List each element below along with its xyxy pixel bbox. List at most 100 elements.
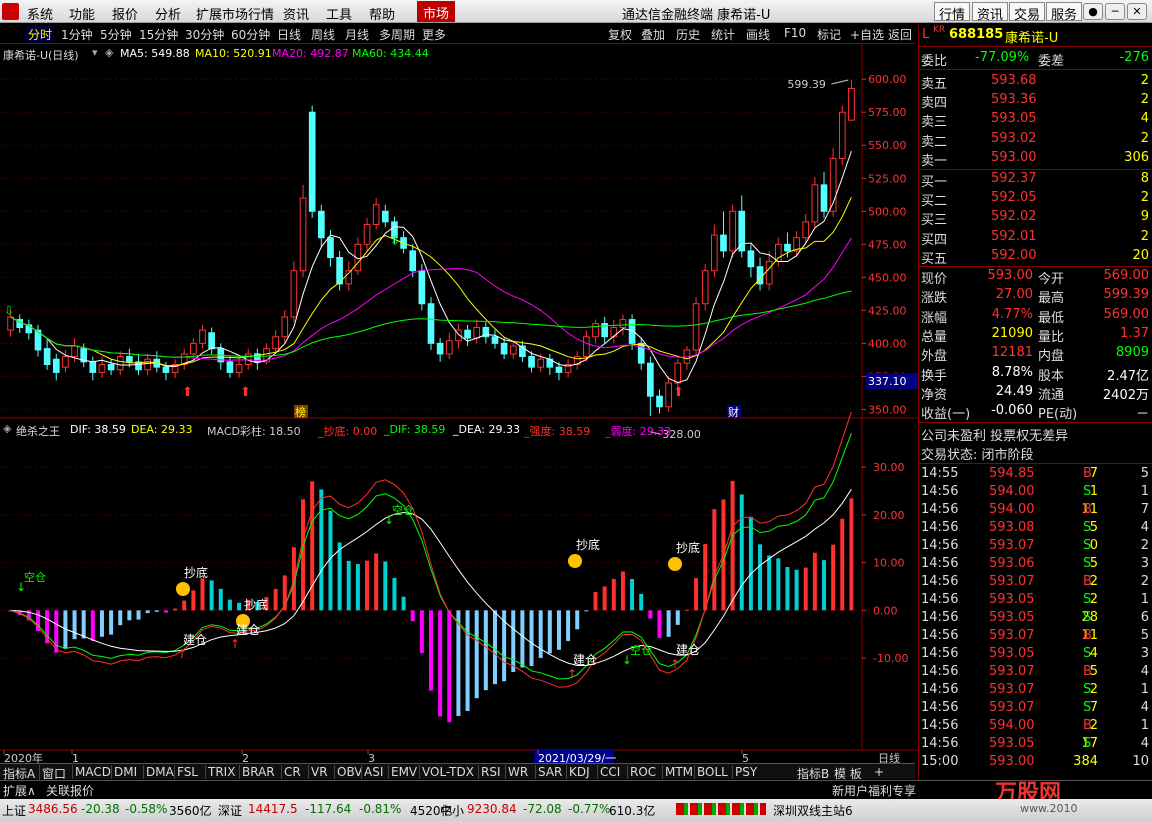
period-daily[interactable]: 日线 — [277, 26, 301, 43]
adjust-button[interactable]: 复权 — [608, 26, 632, 43]
ask-row: 卖一 593.00 306 — [921, 149, 1149, 169]
tab-16[interactable]: SAR — [535, 765, 562, 779]
menu-function[interactable]: 功能 — [69, 4, 95, 23]
menu-system[interactable]: 系统 — [27, 4, 53, 23]
tab-11[interactable]: ASI — [361, 765, 383, 779]
tag-cai: 财 — [728, 405, 739, 419]
period-monthly[interactable]: 月线 — [345, 26, 369, 43]
status-item: -72.08 — [523, 802, 562, 816]
macd-bar — [822, 560, 827, 611]
tab-18[interactable]: CCI — [597, 765, 620, 779]
tab-14[interactable]: RSI — [478, 765, 501, 779]
draw-button[interactable]: 画线 — [746, 26, 770, 43]
stats-button[interactable]: 统计 — [711, 26, 735, 43]
candlestick-chart[interactable]: 600.00 575.00 550.00 525.00 500.00 475.00 450.… — [0, 44, 918, 784]
overlay-button[interactable]: 叠加 — [641, 26, 665, 43]
back-button[interactable]: 返回 — [888, 26, 912, 43]
market-button[interactable]: 市场 — [417, 1, 456, 22]
chevron-down-icon[interactable]: ▾ — [92, 46, 98, 59]
period-30min[interactable]: 30分钟 — [185, 26, 224, 43]
tab-9[interactable]: VR — [308, 765, 328, 779]
tick-row: 14:56 593.07 5 B 4 — [921, 664, 1149, 679]
tab-8[interactable]: CR — [281, 765, 301, 779]
quote-button[interactable]: 行情 — [934, 2, 971, 23]
mark-button[interactable]: 标记 — [817, 26, 841, 43]
indicator-tick-label: 30.00 — [873, 461, 905, 474]
macd-bar — [191, 590, 196, 611]
price-tick-label: 450.00 — [868, 271, 907, 284]
price-tick-label: 500.00 — [868, 205, 907, 218]
tick-row: 14:56 594.00 2 B 1 — [921, 718, 1149, 733]
new-user-link[interactable]: 新用户福利专享 — [832, 782, 916, 799]
settings-icon[interactable]: ◈ — [105, 46, 113, 59]
tab-15[interactable]: WR — [505, 765, 528, 779]
menu-quote[interactable]: 报价 — [112, 4, 138, 23]
build-signal-label: 建仓 — [236, 623, 260, 637]
period-more[interactable]: 更多 — [422, 26, 446, 43]
tab-6[interactable]: TRIX — [205, 765, 235, 779]
macd-bar — [465, 610, 470, 711]
minimize-icon[interactable]: ─ — [1105, 3, 1125, 20]
candle-body — [491, 336, 499, 344]
tab-2[interactable]: MACD — [72, 765, 111, 779]
candle-body — [647, 362, 654, 397]
tab-19[interactable]: ROC — [627, 765, 656, 779]
app-logo — [2, 3, 19, 20]
tick-row: 14:56 593.05 17 S 4 — [921, 736, 1149, 751]
menu-extended-market[interactable]: 扩展市场行情 — [196, 4, 274, 23]
status-item: -0.81% — [359, 802, 402, 816]
tab-10[interactable]: OBV — [334, 765, 363, 779]
f10-button[interactable]: F10 — [784, 26, 806, 40]
buy-arrow-icon: ↑ — [567, 667, 577, 681]
history-button[interactable]: 历史 — [676, 26, 700, 43]
buy-arrow-icon: ↑ — [230, 637, 240, 651]
dif2-label: _DIF: 38.59 — [384, 423, 446, 436]
period-5min[interactable]: 5分钟 — [100, 26, 132, 43]
empty-signal-label: 空仓 — [630, 643, 652, 657]
period-15min[interactable]: 15分钟 — [139, 26, 178, 43]
menu-help[interactable]: 帮助 — [369, 4, 395, 23]
macd-bar — [556, 610, 561, 650]
sell-arrow-icon: ↓ — [16, 580, 26, 594]
expand-button[interactable]: 扩展∧ — [3, 782, 36, 799]
add-watchlist-button[interactable]: +自选 — [850, 26, 884, 43]
price-tick-label: 600.00 — [868, 73, 907, 86]
service-button[interactable]: 服务 — [1046, 2, 1083, 23]
tab-7[interactable]: BRAR — [239, 765, 275, 779]
indicator-name[interactable]: 绝杀之王 — [16, 423, 60, 439]
tab-20[interactable]: MTM — [662, 765, 693, 779]
period-60min[interactable]: 60分钟 — [231, 26, 270, 43]
bid-row: 买五 592.00 20 — [921, 247, 1149, 267]
menu-news[interactable]: 资讯 — [283, 4, 309, 23]
period-multi[interactable]: 多周期 — [379, 26, 415, 43]
related-quote-button[interactable]: 关联报价 — [46, 782, 94, 799]
candle-body — [226, 361, 234, 373]
menu-analysis[interactable]: 分析 — [155, 4, 181, 23]
period-1min[interactable]: 1分钟 — [61, 26, 93, 43]
tab-3[interactable]: DMI — [111, 765, 137, 779]
trade-button[interactable]: 交易 — [1009, 2, 1046, 23]
tab-12[interactable]: EMV — [388, 765, 417, 779]
menu-tools[interactable]: 工具 — [326, 4, 352, 23]
period-weekly[interactable]: 周线 — [311, 26, 335, 43]
news-button[interactable]: 资讯 — [972, 2, 1009, 23]
tab-22[interactable]: PSY — [732, 765, 757, 779]
tab-21[interactable]: BOLL — [694, 765, 728, 779]
tab-13[interactable]: VOL-TDX — [419, 765, 474, 779]
price-tick-label: 550.00 — [868, 139, 907, 152]
candle-body — [363, 223, 371, 245]
tab-17[interactable]: KDJ — [566, 765, 590, 779]
close-icon[interactable]: ✕ — [1127, 3, 1147, 20]
tab-4[interactable]: DMA — [143, 765, 174, 779]
candle-body — [445, 340, 453, 355]
skin-icon[interactable]: ● — [1083, 3, 1103, 20]
candle-body — [619, 319, 627, 329]
tab-25[interactable]: + — [874, 765, 884, 779]
macd-bar — [849, 498, 854, 611]
tab-5[interactable]: FSL — [174, 765, 198, 779]
weicha-value: -276 — [1119, 50, 1149, 65]
indicator-settings-icon[interactable]: ◈ — [3, 422, 11, 435]
bid-row: 买二 592.05 2 — [921, 190, 1149, 210]
period-intraday[interactable]: 分时 — [26, 26, 55, 43]
candle-body — [418, 270, 426, 305]
